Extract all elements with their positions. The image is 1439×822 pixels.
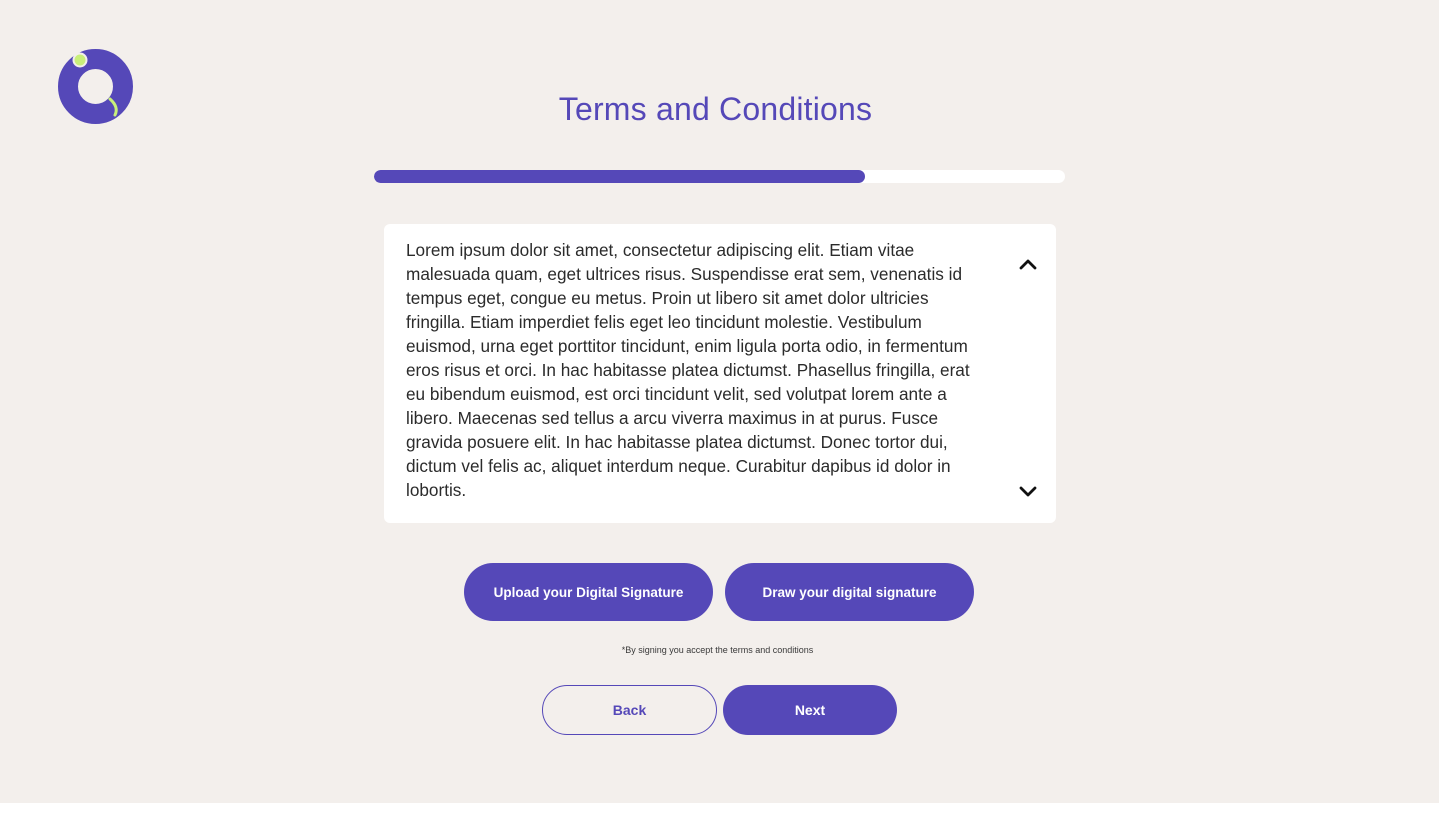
next-button[interactable]: Next: [723, 685, 897, 735]
progress-bar: [374, 170, 1065, 183]
progress-bar-fill: [374, 170, 865, 183]
back-button[interactable]: Back: [542, 685, 717, 735]
upload-signature-button[interactable]: Upload your Digital Signature: [464, 563, 713, 621]
signature-terms-note: *By signing you accept the terms and con…: [621, 645, 814, 655]
page-background: Terms and Conditions Lorem ipsum dolor s…: [0, 0, 1439, 803]
page-title: Terms and Conditions: [558, 91, 873, 127]
terms-text: Lorem ipsum dolor sit amet, consectetur …: [406, 240, 970, 500]
draw-signature-button[interactable]: Draw your digital signature: [725, 563, 974, 621]
chevron-down-icon[interactable]: [1018, 485, 1038, 499]
chevron-up-icon[interactable]: [1018, 257, 1038, 271]
terms-scroll-panel[interactable]: Lorem ipsum dolor sit amet, consectetur …: [384, 224, 1056, 523]
